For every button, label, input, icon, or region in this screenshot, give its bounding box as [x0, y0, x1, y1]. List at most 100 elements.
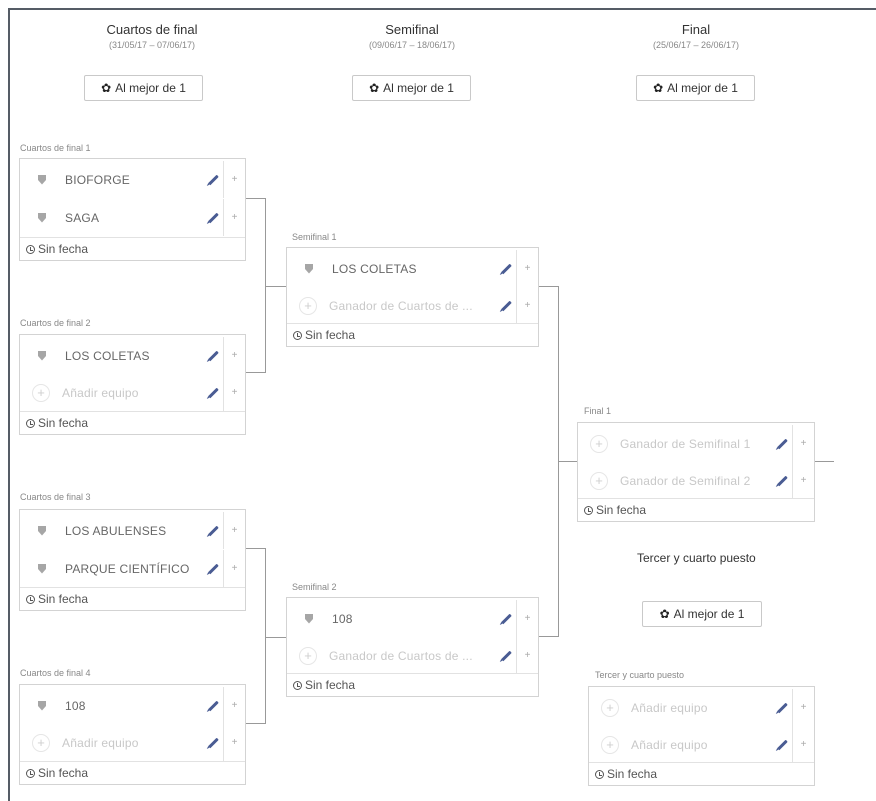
- shield-icon: [38, 700, 46, 711]
- pencil-icon[interactable]: [501, 263, 512, 274]
- team-slot[interactable]: + Ganador de Cuartos de ... +: [287, 637, 538, 674]
- team-slot[interactable]: 108 +: [20, 687, 245, 724]
- plus-icon: +: [299, 646, 317, 665]
- best-of-label: Al mejor de 1: [115, 81, 186, 95]
- best-of-button-third-place[interactable]: ✿ Al mejor de 1: [642, 601, 762, 627]
- plus-icon[interactable]: +: [224, 550, 245, 587]
- plus-icon[interactable]: +: [517, 250, 538, 287]
- plus-icon[interactable]: +: [517, 600, 538, 637]
- best-of-label: Al mejor de 1: [383, 81, 454, 95]
- team-slot[interactable]: + Ganador de Semifinal 1 +: [578, 425, 814, 462]
- team-slot[interactable]: 108 +: [287, 600, 538, 637]
- team-slot[interactable]: + Añadir equipo +: [20, 374, 245, 411]
- plus-icon[interactable]: +: [793, 462, 814, 499]
- clock-icon: [595, 769, 604, 779]
- third-place-title: Tercer y cuarto puesto: [637, 551, 756, 565]
- pencil-icon[interactable]: [777, 475, 788, 486]
- match-date[interactable]: Sin fecha: [20, 411, 245, 434]
- plus-icon[interactable]: +: [224, 512, 245, 549]
- clock-icon: [293, 330, 302, 340]
- match-date[interactable]: Sin fecha: [589, 762, 814, 785]
- pencil-icon[interactable]: [208, 525, 219, 536]
- connector-line: [265, 637, 286, 638]
- pencil-icon[interactable]: [777, 702, 788, 713]
- plus-icon[interactable]: +: [793, 425, 814, 462]
- clock-icon: [26, 244, 35, 254]
- match-date[interactable]: Sin fecha: [287, 673, 538, 696]
- best-of-button-final[interactable]: ✿ Al mejor de 1: [636, 75, 755, 101]
- pencil-icon[interactable]: [777, 739, 788, 750]
- clock-icon: [26, 418, 35, 428]
- team-slot[interactable]: SAGA +: [20, 199, 245, 236]
- team-main: LOS COLETAS: [287, 250, 517, 287]
- column-title: Semifinal: [385, 22, 439, 37]
- plus-icon[interactable]: +: [517, 287, 538, 324]
- plus-icon[interactable]: +: [224, 337, 245, 374]
- plus-icon: +: [590, 434, 608, 453]
- pencil-icon[interactable]: [501, 300, 512, 311]
- team-slot[interactable]: LOS ABULENSES +: [20, 512, 245, 549]
- match-card-qf2: LOS COLETAS + + Añadir equipo + Sin fech…: [19, 334, 246, 435]
- column-dates: (25/06/17 – 26/06/17): [652, 40, 740, 50]
- best-of-label: Al mejor de 1: [673, 607, 745, 621]
- date-text: Sin fecha: [38, 242, 89, 256]
- plus-icon[interactable]: +: [224, 687, 245, 724]
- match-date[interactable]: Sin fecha: [578, 498, 814, 521]
- pencil-icon[interactable]: [208, 212, 219, 223]
- clock-icon: [26, 768, 35, 778]
- pencil-icon[interactable]: [208, 387, 219, 398]
- plus-icon[interactable]: +: [224, 374, 245, 411]
- match-date[interactable]: Sin fecha: [20, 587, 245, 610]
- match-card-qf3: LOS ABULENSES + PARQUE CIENTÍFICO + Sin …: [19, 509, 246, 611]
- pencil-icon[interactable]: [501, 613, 512, 624]
- pencil-icon[interactable]: [777, 438, 788, 449]
- pencil-icon[interactable]: [208, 737, 219, 748]
- pencil-icon[interactable]: [208, 563, 219, 574]
- team-slot[interactable]: + Añadir equipo +: [589, 689, 814, 726]
- team-main: + Añadir equipo: [589, 689, 793, 726]
- date-text: Sin fecha: [38, 592, 89, 606]
- plus-icon[interactable]: +: [517, 637, 538, 674]
- clock-icon: [293, 680, 302, 690]
- team-name: BIOFORGE: [65, 172, 130, 187]
- team-name: Añadir equipo: [631, 700, 708, 715]
- team-slot[interactable]: + Añadir equipo +: [20, 724, 245, 761]
- team-slot[interactable]: + Ganador de Semifinal 2 +: [578, 462, 814, 499]
- team-main: PARQUE CIENTÍFICO: [20, 550, 224, 587]
- match-date[interactable]: Sin fecha: [20, 761, 245, 784]
- match-date[interactable]: Sin fecha: [20, 237, 245, 260]
- team-slot[interactable]: LOS COLETAS +: [20, 337, 245, 374]
- shield-icon: [38, 212, 46, 223]
- pencil-icon[interactable]: [501, 650, 512, 661]
- team-slot[interactable]: + Añadir equipo +: [589, 726, 814, 763]
- clock-icon: [26, 594, 35, 604]
- plus-icon[interactable]: +: [793, 689, 814, 726]
- plus-icon[interactable]: +: [793, 726, 814, 763]
- pencil-icon[interactable]: [208, 174, 219, 185]
- column-title: Cuartos de final: [106, 22, 198, 37]
- team-main: LOS COLETAS: [20, 337, 224, 374]
- column-dates: (09/06/17 – 18/06/17): [368, 40, 456, 50]
- team-main: + Añadir equipo: [589, 726, 793, 763]
- plus-icon[interactable]: +: [224, 724, 245, 761]
- match-label: Cuartos de final 4: [20, 668, 91, 678]
- team-slot[interactable]: BIOFORGE +: [20, 161, 245, 198]
- match-label: Final 1: [584, 406, 612, 416]
- plus-icon[interactable]: +: [224, 161, 245, 198]
- plus-icon: +: [32, 733, 50, 752]
- team-slot[interactable]: + Ganador de Cuartos de ... +: [287, 287, 538, 324]
- date-text: Sin fecha: [38, 766, 89, 780]
- team-name: Ganador de Cuartos de ...: [329, 298, 473, 313]
- plus-icon[interactable]: +: [224, 199, 245, 236]
- team-name: 108: [332, 611, 353, 626]
- pencil-icon[interactable]: [208, 350, 219, 361]
- pencil-icon[interactable]: [208, 700, 219, 711]
- match-label: Semifinal 2: [292, 582, 337, 592]
- team-main: + Ganador de Semifinal 2: [578, 462, 793, 499]
- best-of-button-quarterfinals[interactable]: ✿ Al mejor de 1: [84, 75, 203, 101]
- best-of-button-semifinal[interactable]: ✿ Al mejor de 1: [352, 75, 471, 101]
- team-slot[interactable]: LOS COLETAS +: [287, 250, 538, 287]
- team-slot[interactable]: PARQUE CIENTÍFICO +: [20, 550, 245, 587]
- match-date[interactable]: Sin fecha: [287, 323, 538, 346]
- team-name: 108: [65, 698, 86, 713]
